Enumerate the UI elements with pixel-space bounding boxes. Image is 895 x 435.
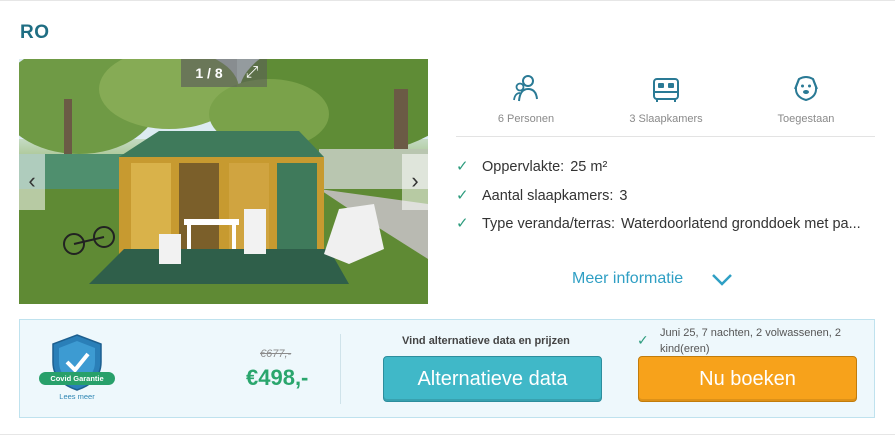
tent-photo — [19, 59, 428, 304]
accommodation-title[interactable]: RO — [20, 22, 50, 44]
feature-row: ✓ Aantal slaapkamers: 3 — [456, 186, 878, 206]
read-more-link[interactable]: Lees meer — [47, 392, 107, 401]
amenity-label: Toegestaan — [777, 113, 835, 125]
persons-icon — [513, 75, 538, 102]
checkmark-icon: ✓ — [456, 215, 469, 232]
alternative-caption: Vind alternatieve data en prijzen — [402, 335, 570, 347]
expand-icon[interactable]: ⤢ — [237, 59, 267, 87]
chevron-left-icon[interactable]: ‹ — [19, 154, 45, 210]
photo-gallery[interactable]: 1 / 8 ⤢ ‹ › — [19, 59, 428, 304]
amenity-label: 6 Personen — [497, 113, 555, 125]
checkmark-icon: ✓ — [637, 332, 649, 348]
covid-guarantee-badge: Covid Garantie — [39, 372, 115, 385]
checkmark-icon: ✓ — [456, 187, 469, 204]
feature-row: ✓ Type veranda/terras: Waterdoorlatend gro… — [456, 214, 878, 234]
feature-row: ✓ Oppervlakte: 25 m² — [456, 157, 878, 177]
old-price: €677,- — [260, 348, 292, 360]
checkmark-icon: ✓ — [456, 158, 469, 175]
feature-label: Oppervlakte: — [482, 159, 565, 175]
divider — [456, 136, 875, 137]
current-price: €498,- — [246, 365, 309, 390]
amenity-pets: Toegestaan — [741, 73, 871, 125]
amenity-label: 3 Slaapkamers — [629, 113, 703, 125]
feature-value: 3 — [619, 188, 628, 204]
alternative-dates-button[interactable]: Alternatieve data — [383, 356, 602, 402]
chevron-down-icon[interactable] — [710, 269, 734, 289]
more-info-link[interactable]: Meer informatie — [572, 270, 683, 288]
dog-icon — [794, 76, 818, 102]
trip-summary: Juni 25, 7 nachten, 2 volwassenen, 2 kin… — [660, 327, 842, 355]
photo-counter: 1 / 8 — [181, 59, 237, 87]
feature-value: Waterdoorlatend gronddoek met pa... — [621, 216, 861, 232]
divider — [340, 334, 341, 404]
chevron-right-icon[interactable]: › — [402, 154, 428, 210]
amenity-persons: 6 Personen — [461, 73, 591, 125]
book-now-button[interactable]: Nu boeken — [638, 356, 857, 402]
bed-icon — [653, 78, 679, 102]
feature-value: 25 m² — [570, 159, 608, 175]
feature-label: Type veranda/terras: — [482, 216, 615, 232]
amenity-bedrooms: 3 Slaapkamers — [601, 73, 731, 125]
booking-bar: Covid Garantie Lees meer €677,- €498,- V… — [19, 319, 875, 418]
feature-label: Aantal slaapkamers: — [482, 188, 614, 204]
accommodation-card: RO 1 / 8 ⤢ ‹ › 6 Personen 3 Slaapkamers … — [0, 0, 895, 435]
